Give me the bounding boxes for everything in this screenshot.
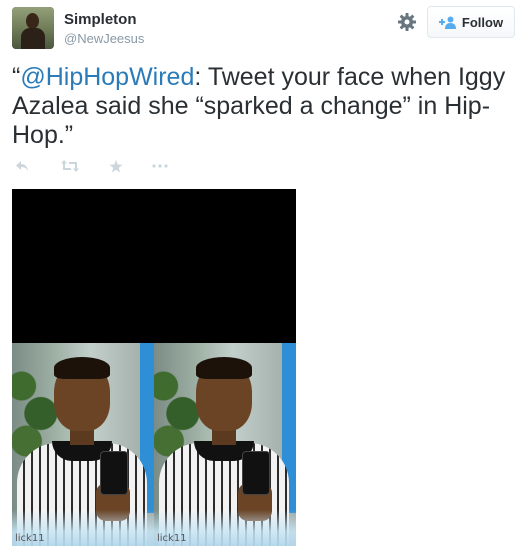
tweet-text: “@HipHopWired: Tweet your face when Iggy… — [12, 63, 517, 150]
tweet-media-image[interactable]: lick11 lick11 — [12, 189, 296, 546]
avatar-body — [21, 28, 45, 49]
phone — [100, 451, 128, 495]
user-handle[interactable]: @NewJeesus — [64, 31, 144, 46]
hair — [54, 357, 110, 379]
phone — [242, 451, 270, 495]
retweet-icon[interactable] — [61, 160, 79, 172]
watermark-left: lick11 — [15, 533, 45, 544]
media-photo-left: lick11 — [12, 343, 154, 546]
hair — [196, 357, 252, 379]
follow-person-plus-icon — [438, 16, 456, 29]
follow-button[interactable]: Follow — [427, 6, 515, 38]
mention-link[interactable]: @HipHopWired — [20, 63, 194, 91]
avatar[interactable] — [12, 7, 54, 49]
more-icon[interactable] — [152, 164, 168, 168]
user-display-name[interactable]: Simpleton — [64, 11, 137, 28]
watermark-right: lick11 — [157, 533, 187, 544]
reply-icon[interactable] — [15, 160, 29, 172]
star-icon[interactable] — [109, 160, 123, 173]
media-photo-right: lick11 — [154, 343, 296, 546]
follow-button-label: Follow — [461, 14, 504, 30]
avatar-head — [26, 13, 39, 29]
gear-icon[interactable] — [397, 12, 417, 32]
